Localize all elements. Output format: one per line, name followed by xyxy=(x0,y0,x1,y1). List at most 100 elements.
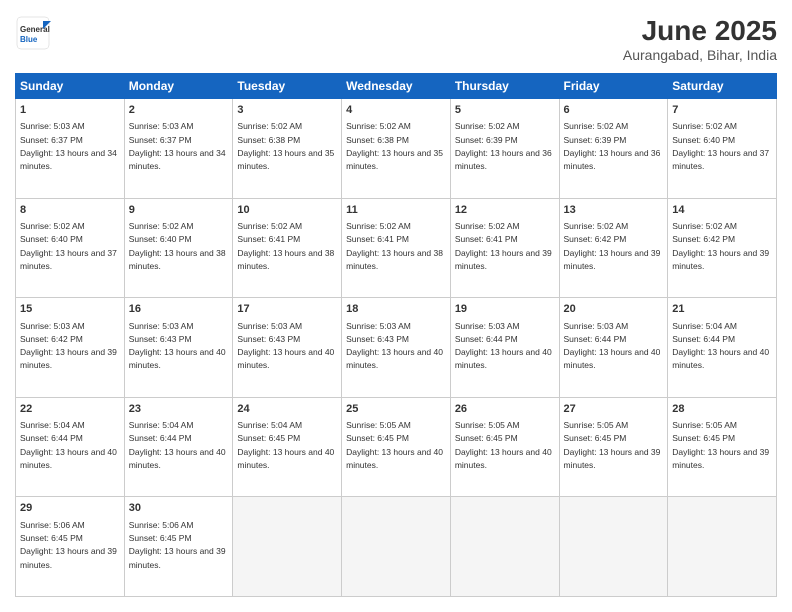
day-info: Sunrise: 5:03 AMSunset: 6:43 PMDaylight:… xyxy=(129,321,226,371)
day-info: Sunrise: 5:03 AMSunset: 6:44 PMDaylight:… xyxy=(455,321,552,371)
calendar-row: 1 Sunrise: 5:03 AMSunset: 6:37 PMDaylight… xyxy=(16,99,777,199)
table-row: 2 Sunrise: 5:03 AMSunset: 6:37 PMDaylight… xyxy=(124,99,233,199)
title-area: June 2025 Aurangabad, Bihar, India xyxy=(623,15,777,63)
table-row: 1 Sunrise: 5:03 AMSunset: 6:37 PMDaylight… xyxy=(16,99,125,199)
table-row: 26 Sunrise: 5:05 AMSunset: 6:45 PMDayligh… xyxy=(450,397,559,497)
day-info: Sunrise: 5:02 AMSunset: 6:40 PMDaylight:… xyxy=(672,121,769,171)
table-row: 19Sunrise: 5:03 AMSunset: 6:44 PMDayligh… xyxy=(450,298,559,398)
table-row: 30Sunrise: 5:06 AMSunset: 6:45 PMDayligh… xyxy=(124,497,233,597)
day-number: 11 xyxy=(346,203,446,218)
table-row: 22 Sunrise: 5:04 AMSunset: 6:44 PMDayligh… xyxy=(16,397,125,497)
day-info: Sunrise: 5:03 AMSunset: 6:43 PMDaylight:… xyxy=(346,321,443,371)
day-info: Sunrise: 5:02 AMSunset: 6:42 PMDaylight:… xyxy=(672,221,769,271)
day-number: 2 xyxy=(129,103,229,118)
day-info: Sunrise: 5:02 AMSunset: 6:41 PMDaylight:… xyxy=(237,221,334,271)
day-number: 25 xyxy=(346,402,446,417)
day-number: 17 xyxy=(237,302,337,317)
day-number: 28 xyxy=(672,402,772,417)
table-row xyxy=(450,497,559,597)
day-number: 5 xyxy=(455,103,555,118)
table-row: 21Sunrise: 5:04 AMSunset: 6:44 PMDayligh… xyxy=(668,298,777,398)
day-number: 12 xyxy=(455,203,555,218)
day-info: Sunrise: 5:03 AMSunset: 6:42 PMDaylight:… xyxy=(20,321,117,371)
day-info: Sunrise: 5:02 AMSunset: 6:40 PMDaylight:… xyxy=(129,221,226,271)
table-row: 6 Sunrise: 5:02 AMSunset: 6:39 PMDaylight… xyxy=(559,99,668,199)
table-row: 28 Sunrise: 5:05 AMSunset: 6:45 PMDayligh… xyxy=(668,397,777,497)
page: General Blue June 2025 Aurangabad, Bihar… xyxy=(0,0,792,612)
table-row: 20Sunrise: 5:03 AMSunset: 6:44 PMDayligh… xyxy=(559,298,668,398)
day-number: 29 xyxy=(20,501,120,516)
calendar-header-row: Sunday Monday Tuesday Wednesday Thursday… xyxy=(16,74,777,99)
table-row: 3 Sunrise: 5:02 AMSunset: 6:38 PMDaylight… xyxy=(233,99,342,199)
day-number: 6 xyxy=(564,103,664,118)
logo-icon: General Blue xyxy=(15,15,51,51)
table-row xyxy=(559,497,668,597)
day-info: Sunrise: 5:02 AMSunset: 6:42 PMDaylight:… xyxy=(564,221,661,271)
table-row: 5 Sunrise: 5:02 AMSunset: 6:39 PMDaylight… xyxy=(450,99,559,199)
day-info: Sunrise: 5:02 AMSunset: 6:41 PMDaylight:… xyxy=(346,221,443,271)
calendar-row: 29 Sunrise: 5:06 AMSunset: 6:45 PMDayligh… xyxy=(16,497,777,597)
day-number: 23 xyxy=(129,402,229,417)
day-info: Sunrise: 5:02 AMSunset: 6:38 PMDaylight:… xyxy=(237,121,334,171)
logo: General Blue xyxy=(15,15,51,51)
table-row: 23 Sunrise: 5:04 AMSunset: 6:44 PMDayligh… xyxy=(124,397,233,497)
day-number: 14 xyxy=(672,203,772,218)
table-row: 4Sunrise: 5:02 AMSunset: 6:38 PMDaylight… xyxy=(342,99,451,199)
table-row xyxy=(233,497,342,597)
table-row xyxy=(668,497,777,597)
table-row: 14 Sunrise: 5:02 AMSunset: 6:42 PMDayligh… xyxy=(668,198,777,298)
table-row: 27 Sunrise: 5:05 AMSunset: 6:45 PMDayligh… xyxy=(559,397,668,497)
day-info: Sunrise: 5:03 AMSunset: 6:43 PMDaylight:… xyxy=(237,321,334,371)
table-row: 12 Sunrise: 5:02 AMSunset: 6:41 PMDayligh… xyxy=(450,198,559,298)
svg-text:Blue: Blue xyxy=(20,35,38,44)
table-row: 9 Sunrise: 5:02 AMSunset: 6:40 PMDaylight… xyxy=(124,198,233,298)
col-friday: Friday xyxy=(559,74,668,99)
location: Aurangabad, Bihar, India xyxy=(623,47,777,63)
day-info: Sunrise: 5:02 AMSunset: 6:39 PMDaylight:… xyxy=(455,121,552,171)
day-info: Sunrise: 5:06 AMSunset: 6:45 PMDaylight:… xyxy=(20,520,117,570)
table-row: 18 Sunrise: 5:03 AMSunset: 6:43 PMDayligh… xyxy=(342,298,451,398)
day-number: 18 xyxy=(346,302,446,317)
day-number: 27 xyxy=(564,402,664,417)
col-sunday: Sunday xyxy=(16,74,125,99)
day-number: 20 xyxy=(564,302,664,317)
table-row: 25Sunrise: 5:05 AMSunset: 6:45 PMDayligh… xyxy=(342,397,451,497)
day-info: Sunrise: 5:02 AMSunset: 6:39 PMDaylight:… xyxy=(564,121,661,171)
calendar-table: Sunday Monday Tuesday Wednesday Thursday… xyxy=(15,73,777,597)
header: General Blue June 2025 Aurangabad, Bihar… xyxy=(15,15,777,63)
calendar-row: 8 Sunrise: 5:02 AMSunset: 6:40 PMDaylight… xyxy=(16,198,777,298)
day-number: 10 xyxy=(237,203,337,218)
day-number: 3 xyxy=(237,103,337,118)
day-info: Sunrise: 5:05 AMSunset: 6:45 PMDaylight:… xyxy=(672,420,769,470)
day-number: 21 xyxy=(672,302,772,317)
day-number: 8 xyxy=(20,203,120,218)
day-info: Sunrise: 5:03 AMSunset: 6:37 PMDaylight:… xyxy=(129,121,226,171)
col-thursday: Thursday xyxy=(450,74,559,99)
day-number: 24 xyxy=(237,402,337,417)
day-number: 26 xyxy=(455,402,555,417)
col-tuesday: Tuesday xyxy=(233,74,342,99)
table-row: 11 Sunrise: 5:02 AMSunset: 6:41 PMDayligh… xyxy=(342,198,451,298)
table-row: 16Sunrise: 5:03 AMSunset: 6:43 PMDayligh… xyxy=(124,298,233,398)
day-info: Sunrise: 5:02 AMSunset: 6:41 PMDaylight:… xyxy=(455,221,552,271)
table-row: 7 Sunrise: 5:02 AMSunset: 6:40 PMDaylight… xyxy=(668,99,777,199)
day-info: Sunrise: 5:03 AMSunset: 6:37 PMDaylight:… xyxy=(20,121,117,171)
col-saturday: Saturday xyxy=(668,74,777,99)
table-row: 10 Sunrise: 5:02 AMSunset: 6:41 PMDayligh… xyxy=(233,198,342,298)
day-number: 9 xyxy=(129,203,229,218)
day-number: 7 xyxy=(672,103,772,118)
table-row: 17 Sunrise: 5:03 AMSunset: 6:43 PMDayligh… xyxy=(233,298,342,398)
day-number: 30 xyxy=(129,501,229,516)
day-info: Sunrise: 5:05 AMSunset: 6:45 PMDaylight:… xyxy=(564,420,661,470)
day-info: Sunrise: 5:04 AMSunset: 6:44 PMDaylight:… xyxy=(129,420,226,470)
day-number: 1 xyxy=(20,103,120,118)
col-wednesday: Wednesday xyxy=(342,74,451,99)
calendar-row: 15 Sunrise: 5:03 AMSunset: 6:42 PMDayligh… xyxy=(16,298,777,398)
day-info: Sunrise: 5:05 AMSunset: 6:45 PMDaylight:… xyxy=(455,420,552,470)
month-title: June 2025 xyxy=(623,15,777,47)
calendar-row: 22 Sunrise: 5:04 AMSunset: 6:44 PMDayligh… xyxy=(16,397,777,497)
day-info: Sunrise: 5:02 AMSunset: 6:40 PMDaylight:… xyxy=(20,221,117,271)
day-number: 15 xyxy=(20,302,120,317)
day-info: Sunrise: 5:04 AMSunset: 6:44 PMDaylight:… xyxy=(20,420,117,470)
day-number: 22 xyxy=(20,402,120,417)
